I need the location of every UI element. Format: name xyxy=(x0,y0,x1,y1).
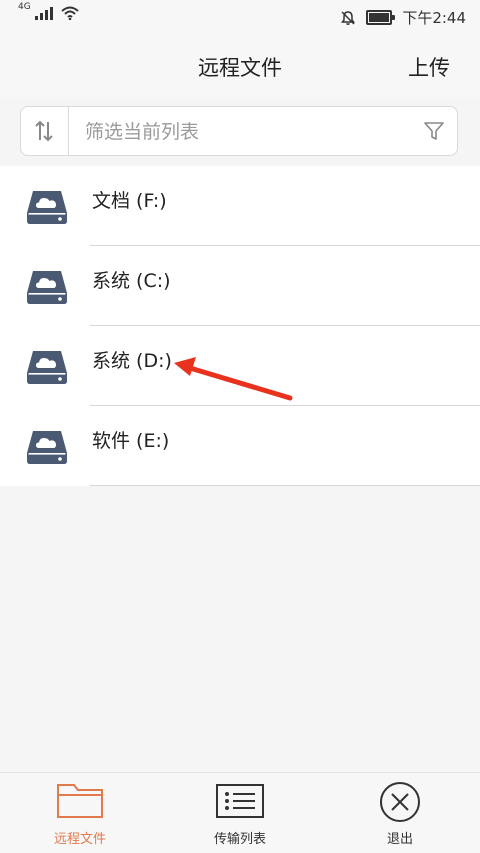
drive-item-f[interactable]: 文档 (F:) xyxy=(0,166,480,246)
drive-label: 文档 (F:) xyxy=(92,190,167,212)
cloud-drive-icon xyxy=(27,191,67,224)
tab-bar: 远程文件 传输列表 退出 xyxy=(0,772,480,853)
folder-icon xyxy=(57,784,103,818)
wifi-icon xyxy=(61,6,79,20)
filter-bar xyxy=(20,106,458,156)
tab-transfer-list[interactable]: 传输列表 xyxy=(180,773,300,853)
divider xyxy=(90,485,480,486)
status-left: 4G xyxy=(18,2,79,20)
funnel-icon xyxy=(424,122,444,140)
cloud-drive-icon xyxy=(27,351,67,384)
signal-icon xyxy=(34,6,53,20)
tab-label: 传输列表 xyxy=(213,832,266,847)
drive-item-c[interactable]: 系统 (C:) xyxy=(0,246,480,326)
battery-icon xyxy=(366,10,396,25)
tab-remote-files[interactable]: 远程文件 xyxy=(20,773,140,853)
sort-button[interactable] xyxy=(21,107,67,155)
tab-label: 退出 xyxy=(386,832,413,847)
tab-exit[interactable]: 退出 xyxy=(340,773,460,853)
close-circle-icon xyxy=(380,782,420,822)
cloud-drive-icon xyxy=(27,271,67,304)
bell-muted-icon xyxy=(341,10,356,25)
filter-divider xyxy=(68,107,69,155)
nav-bar: 远程文件 上传 xyxy=(0,34,480,98)
drive-label: 软件 (E:) xyxy=(92,430,170,452)
filter-button[interactable] xyxy=(423,120,445,142)
cloud-drive-icon xyxy=(27,431,67,464)
drive-item-e[interactable]: 软件 (E:) xyxy=(0,406,480,486)
status-right: 下午2:44 xyxy=(340,7,466,28)
network-type: 4G xyxy=(18,2,31,12)
list-icon xyxy=(216,784,264,818)
status-bar: 4G 下午2:44 xyxy=(0,0,480,34)
upload-button[interactable]: 上传 xyxy=(408,52,450,82)
filter-input[interactable] xyxy=(83,117,417,147)
drive-label: 系统 (C:) xyxy=(92,270,171,292)
drive-list: 文档 (F:) 系统 (C:) 系统 (D:) 软件 (E:) xyxy=(0,166,480,486)
status-time: 下午2:44 xyxy=(402,9,466,27)
sort-icon xyxy=(35,120,53,142)
tab-label: 远程文件 xyxy=(53,832,106,847)
drive-label: 系统 (D:) xyxy=(92,350,172,372)
drive-item-d[interactable]: 系统 (D:) xyxy=(0,326,480,406)
